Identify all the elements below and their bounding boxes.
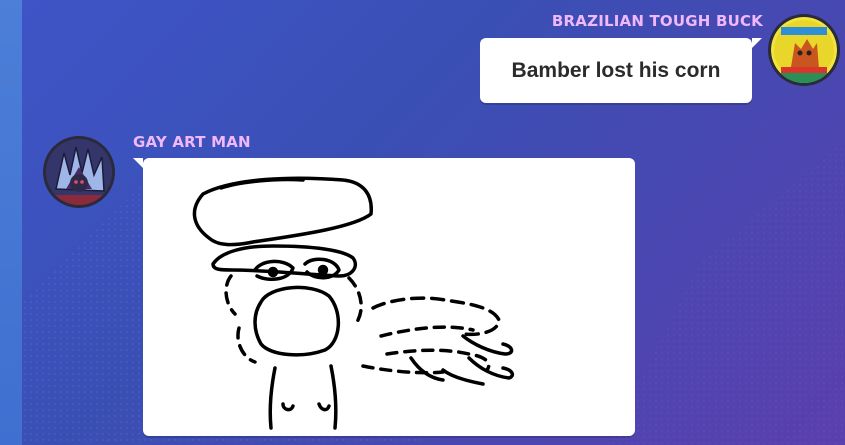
message-author-left: GAY ART MAN <box>133 133 251 151</box>
message-text: Bamber lost his corn <box>511 58 721 82</box>
background-dot-pattern-right <box>605 140 845 445</box>
message-author-right: BRAZILIAN TOUGH BUCK <box>551 12 763 30</box>
left-edge-strip <box>0 0 22 445</box>
message-bubble-left <box>133 158 635 436</box>
attached-drawing-image[interactable] <box>143 158 635 436</box>
message-bubble-right: Bamber lost his corn <box>480 38 762 103</box>
avatar-left-icon[interactable] <box>46 139 112 205</box>
avatar-right-icon[interactable] <box>771 17 837 83</box>
